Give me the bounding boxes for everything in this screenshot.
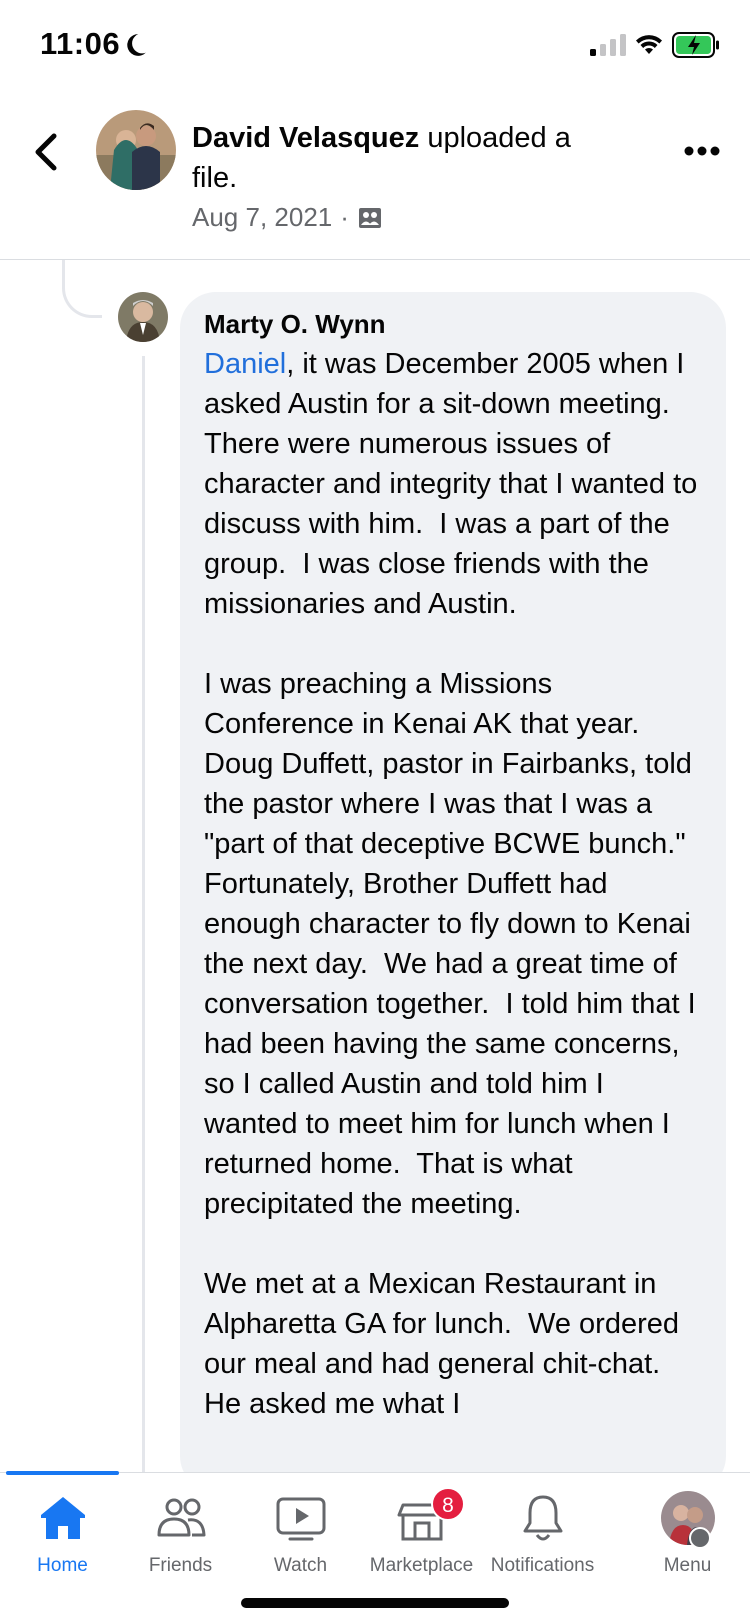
tab-marketplace[interactable]: 8 Marketplace (359, 1487, 484, 1591)
tab-home[interactable]: Home (0, 1491, 125, 1591)
author-avatar[interactable] (96, 110, 176, 190)
notification-badge: 8 (431, 1487, 465, 1521)
tab-label: Watch (273, 1555, 328, 1576)
bell-icon (523, 1495, 562, 1541)
commenter-name[interactable]: Marty O. Wynn (204, 306, 702, 342)
thread-line (142, 356, 145, 1476)
active-tab-indicator (6, 1471, 119, 1475)
post-title: David Velasquez uploaded a file. (192, 118, 612, 198)
status-bar: 11:06 (0, 0, 750, 90)
home-icon (40, 1497, 85, 1539)
post-meta: Aug 7, 2021 · (192, 202, 383, 233)
author-name[interactable]: David Velasquez (192, 122, 419, 154)
tab-label: Menu (663, 1555, 712, 1576)
comment-bubble: Marty O. Wynn Daniel, it was December 20… (180, 292, 726, 1492)
cell-signal-icon (590, 34, 626, 56)
mention-link[interactable]: Daniel (204, 348, 286, 380)
comment-text: Daniel, it was December 2005 when I aske… (204, 344, 702, 1424)
friends-icon (157, 1498, 205, 1537)
tab-label: Home (37, 1555, 88, 1576)
status-time: 11:06 (40, 26, 121, 61)
watch-icon (276, 1497, 325, 1541)
commenter-avatar[interactable] (118, 292, 168, 342)
thread-connector (62, 260, 102, 318)
meta-separator: · (340, 202, 349, 232)
post-date[interactable]: Aug 7, 2021 (192, 202, 332, 233)
comment-body-text: , it was December 2005 when I asked Aust… (204, 348, 698, 1420)
tab-menu[interactable]: Menu (625, 1491, 750, 1591)
back-arrow-icon[interactable] (30, 130, 62, 174)
moon-icon (127, 34, 146, 56)
tab-friends[interactable]: Friends (118, 1491, 243, 1591)
more-options-icon[interactable] (684, 144, 720, 158)
tab-label: Marketplace (369, 1555, 474, 1576)
wifi-icon (636, 35, 662, 54)
home-indicator (241, 1598, 509, 1608)
tab-label: Friends (148, 1555, 213, 1576)
post-header: David Velasquez uploaded a file. Aug 7, … (0, 90, 750, 260)
battery-charging-icon (672, 32, 719, 58)
tab-watch[interactable]: Watch (238, 1491, 363, 1591)
group-icon (358, 207, 381, 228)
tab-label: Notifications (490, 1555, 595, 1576)
menu-lines-icon (689, 1527, 711, 1549)
tab-notifications[interactable]: Notifications (480, 1491, 605, 1591)
